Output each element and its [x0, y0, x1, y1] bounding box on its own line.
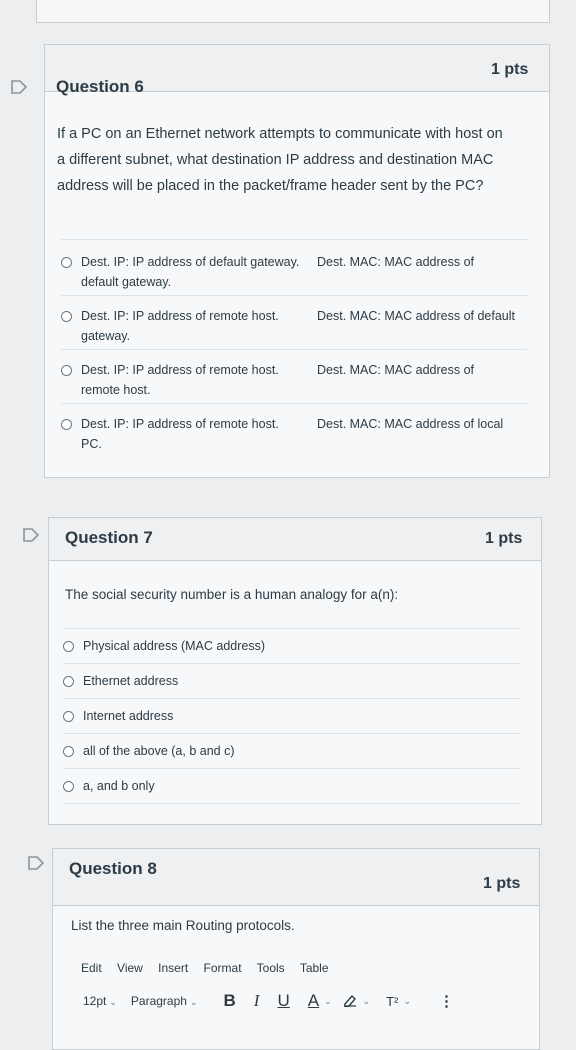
question-text: The social security number is a human an… — [65, 587, 399, 602]
answer-option[interactable]: a, and b only — [63, 768, 521, 804]
answer-option[interactable]: Dest. IP: IP address of remote host. PC. … — [61, 403, 527, 461]
answer-label: all of the above (a, b and c) — [83, 744, 235, 758]
menu-edit[interactable]: Edit — [81, 961, 102, 975]
highlight-icon[interactable] — [342, 993, 358, 1010]
answer-option[interactable]: all of the above (a, b and c) — [63, 733, 521, 768]
flag-question-icon[interactable] — [10, 80, 28, 94]
answer-ip: Dest. IP: IP address of default gateway. — [81, 255, 300, 269]
radio-button[interactable] — [61, 311, 72, 322]
answer-label: Physical address (MAC address) — [83, 639, 266, 653]
question-text-line: a different subnet, what destination IP … — [57, 152, 494, 168]
menu-format[interactable]: Format — [204, 961, 242, 975]
answer-ip-cont: default gateway. — [81, 275, 172, 289]
editor-toolbar: 12pt ⌄ Paragraph ⌄ B I U A ⌄ ⌄ T² ⌄ ⋮ — [83, 991, 454, 1011]
answer-mac: Dest. MAC: MAC address of default — [317, 309, 515, 323]
font-size-select[interactable]: 12pt ⌄ — [83, 994, 117, 1008]
question-title: Question 8 — [69, 859, 157, 878]
superscript-button[interactable]: T² — [386, 994, 398, 1009]
answer-option[interactable]: Dest. IP: IP address of remote host. remo… — [61, 349, 527, 403]
flag-question-icon[interactable] — [27, 856, 45, 870]
block-format-label: Paragraph — [130, 994, 187, 1008]
radio-button[interactable] — [63, 780, 74, 792]
previous-question-card — [36, 0, 550, 23]
question-text: If a PC on an Ethernet network attempts … — [57, 121, 537, 199]
answer-ip: Dest. IP: IP address of remote host. — [81, 417, 279, 431]
radio-button[interactable] — [63, 745, 74, 757]
answer-ip: Dest. IP: IP address of remote host. — [81, 309, 279, 323]
question-points: 1 pts — [485, 530, 523, 547]
answer-label: Internet address — [83, 709, 174, 723]
question-title: Question 7 — [65, 528, 153, 547]
question-card-6: Question 6 1 pts If a PC on an Ethernet … — [44, 44, 550, 478]
flag-question-icon[interactable] — [22, 528, 40, 542]
chevron-down-icon: ⌄ — [189, 997, 198, 1007]
radio-button[interactable] — [63, 675, 74, 687]
answer-option[interactable]: Physical address (MAC address) — [63, 628, 521, 663]
radio-button[interactable] — [61, 365, 72, 376]
answer-ip-cont: remote host. — [81, 383, 151, 397]
answer-list: Dest. IP: IP address of default gateway.… — [61, 239, 527, 461]
editor-menubar: Edit View Insert Format Tools Table — [81, 961, 341, 975]
question-card-7: Question 7 1 pts The social security num… — [48, 517, 542, 825]
answer-list: Physical address (MAC address) Ethernet … — [63, 628, 521, 804]
radio-button[interactable] — [61, 419, 72, 430]
answer-ip: Dest. IP: IP address of remote host. — [81, 363, 279, 377]
answer-mac: Dest. MAC: MAC address of local — [317, 417, 504, 431]
radio-button[interactable] — [63, 710, 74, 722]
question-text: List the three main Routing protocols. — [71, 918, 295, 933]
answer-mac: Dest. MAC: MAC address of — [317, 255, 474, 269]
answer-option[interactable]: Ethernet address — [63, 663, 521, 698]
question-card-8: Question 8 1 pts List the three main Rou… — [52, 848, 540, 1050]
chevron-down-icon: ⌄ — [324, 995, 332, 1006]
answer-label: a, and b only — [83, 779, 155, 793]
chevron-down-icon: ⌄ — [109, 997, 117, 1007]
question-text-line: If a PC on an Ethernet network attempts … — [57, 126, 503, 142]
answer-mac: Dest. MAC: MAC address of — [317, 363, 474, 377]
text-color-button[interactable]: A — [308, 991, 319, 1011]
menu-table[interactable]: Table — [300, 961, 329, 975]
underline-button[interactable]: U — [277, 991, 289, 1011]
italic-button[interactable]: I — [254, 991, 260, 1011]
answer-ip-cont: gateway. — [81, 329, 131, 343]
menu-tools[interactable]: Tools — [257, 961, 285, 975]
chevron-down-icon: ⌄ — [362, 995, 371, 1006]
answer-option[interactable]: Dest. IP: IP address of remote host. gate… — [61, 295, 527, 349]
answer-option[interactable]: Internet address — [63, 698, 521, 733]
chevron-down-icon: ⌄ — [403, 995, 411, 1006]
answer-ip-cont: PC. — [81, 437, 102, 451]
question-title: Question 6 — [56, 77, 144, 96]
question-points: 1 pts — [491, 61, 529, 78]
question-text-line: address will be placed in the packet/fra… — [57, 178, 484, 194]
menu-view[interactable]: View — [117, 961, 143, 975]
block-format-select[interactable]: Paragraph ⌄ — [131, 994, 198, 1008]
radio-button[interactable] — [61, 257, 72, 268]
answer-label: Ethernet address — [83, 674, 179, 688]
font-size-label: 12pt — [83, 994, 107, 1008]
menu-insert[interactable]: Insert — [158, 961, 188, 975]
answer-option[interactable]: Dest. IP: IP address of default gateway.… — [61, 239, 527, 295]
bold-button[interactable]: B — [224, 991, 236, 1011]
question-points: 1 pts — [483, 875, 521, 892]
radio-button[interactable] — [63, 640, 74, 652]
more-options-icon[interactable]: ⋮ — [439, 992, 454, 1010]
